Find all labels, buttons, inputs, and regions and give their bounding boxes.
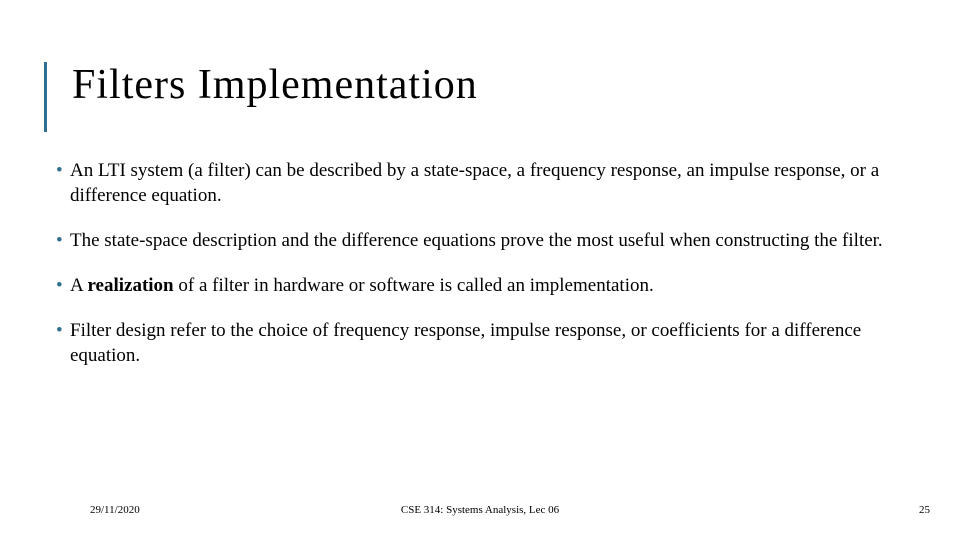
content-area: An LTI system (a filter) can be describe… xyxy=(56,158,912,388)
title-block: Filters Implementation xyxy=(44,62,478,108)
bullet-text-pre: A xyxy=(70,275,87,296)
footer-date: 29/11/2020 xyxy=(90,504,140,516)
bullet-text: Filter design refer to the choice of fre… xyxy=(70,320,861,366)
bullet-item: An LTI system (a filter) can be describe… xyxy=(56,158,912,208)
bullet-item: The state-space description and the diff… xyxy=(56,228,912,253)
bullet-text-post: of a filter in hardware or software is c… xyxy=(174,275,654,296)
title-accent-rule xyxy=(44,62,47,132)
slide-title: Filters Implementation xyxy=(72,62,478,108)
bullet-item: A realization of a filter in hardware or… xyxy=(56,273,912,298)
bullet-text: The state-space description and the diff… xyxy=(70,230,883,251)
footer-page-number: 25 xyxy=(919,504,930,516)
footer-course: CSE 314: Systems Analysis, Lec 06 xyxy=(401,504,559,516)
slide: Filters Implementation An LTI system (a … xyxy=(0,0,960,540)
bullet-item: Filter design refer to the choice of fre… xyxy=(56,318,912,368)
footer: 29/11/2020 CSE 314: Systems Analysis, Le… xyxy=(0,496,960,516)
bullet-text-bold: realization xyxy=(87,275,173,296)
bullet-text: An LTI system (a filter) can be describe… xyxy=(70,160,879,206)
